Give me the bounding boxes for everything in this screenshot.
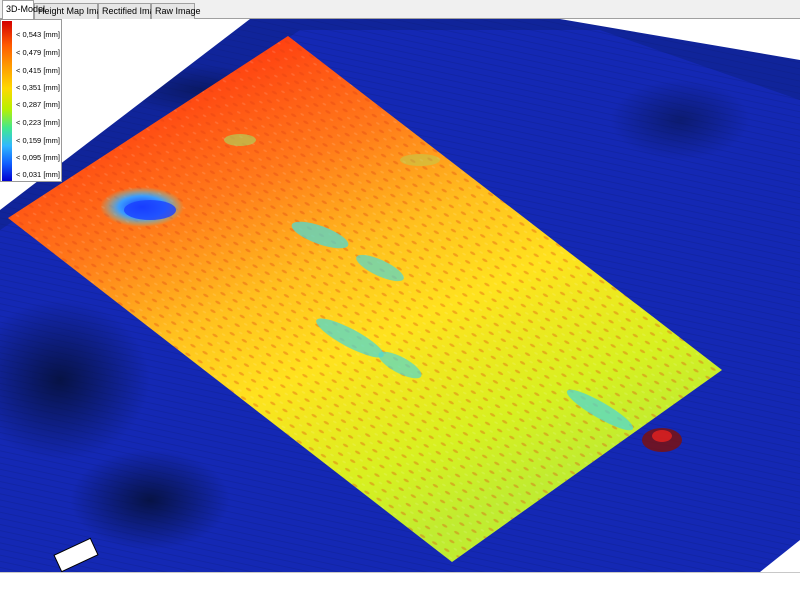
tab-rectified-image[interactable]: Rectified Image bbox=[98, 3, 165, 19]
view-tab-bar: 3D-Model Height Map Image Rectified Imag… bbox=[0, 0, 800, 20]
legend-item: < 0,287 [mm] bbox=[16, 100, 60, 109]
tab-raw-image[interactable]: Raw Image bbox=[151, 3, 201, 19]
3d-surface-render bbox=[0, 19, 800, 572]
status-strip bbox=[0, 572, 800, 601]
legend-item: < 0,159 [mm] bbox=[16, 136, 60, 145]
legend-item: < 0,543 [mm] bbox=[16, 30, 60, 39]
3d-model-viewport[interactable] bbox=[0, 19, 800, 572]
legend-item: < 0,415 [mm] bbox=[16, 66, 60, 75]
height-legend: < 0,543 [mm] < 0,479 [mm] < 0,415 [mm] <… bbox=[0, 19, 62, 182]
legend-item: < 0,351 [mm] bbox=[16, 83, 60, 92]
legend-color-scale bbox=[2, 21, 12, 181]
legend-item: < 0,479 [mm] bbox=[16, 48, 60, 57]
legend-item: < 0,095 [mm] bbox=[16, 153, 60, 162]
tab-3d-model[interactable]: 3D-Model bbox=[2, 0, 45, 20]
legend-item: < 0,031 [mm] bbox=[16, 170, 60, 179]
legend-item: < 0,223 [mm] bbox=[16, 118, 60, 127]
